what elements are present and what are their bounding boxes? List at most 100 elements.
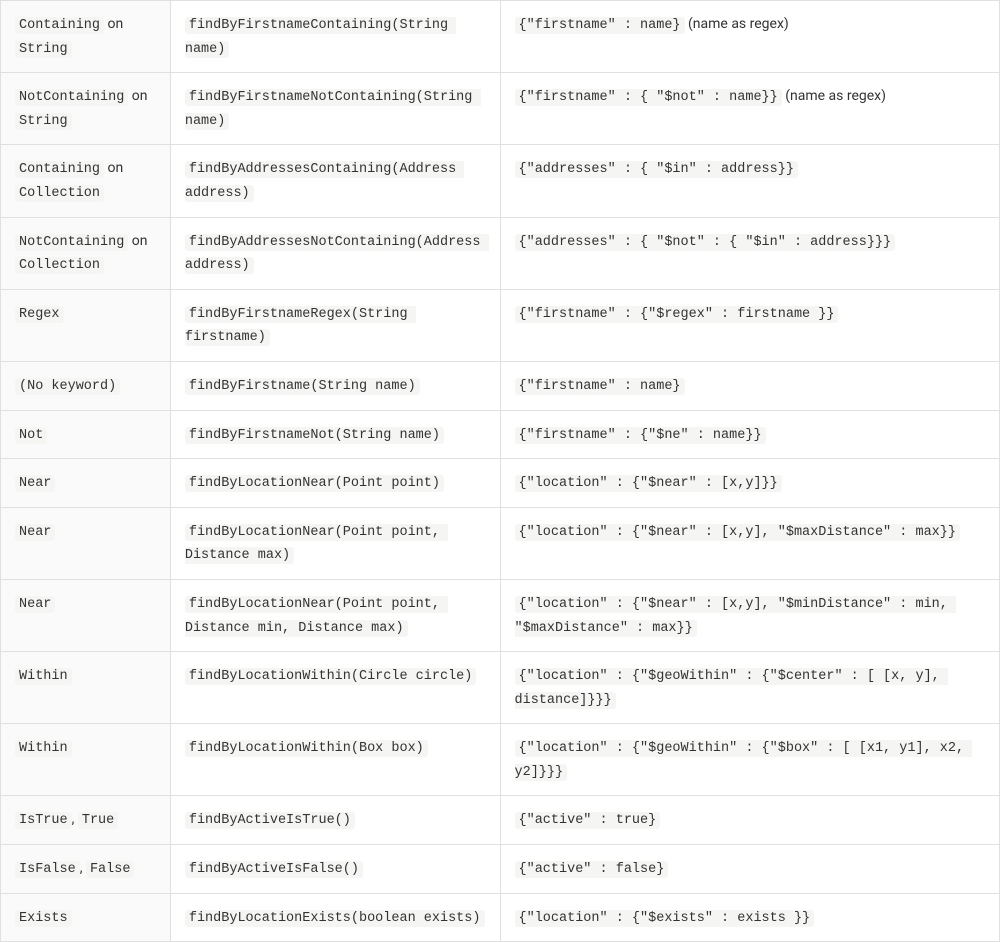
code-literal: {"addresses" : { "$not" : { "$in" : addr… [515, 234, 896, 251]
code-literal: Near [15, 596, 55, 613]
keyword-cell: Within [1, 652, 171, 724]
sample-code: findByLocationNear(Point point) [185, 475, 444, 492]
sample-code: findByAddressesNotContaining(Address add… [185, 234, 489, 275]
table-row: Near findByLocationNear(Point point) {"loc… [1, 459, 1000, 508]
sample-code: findByLocationWithin(Circle circle) [185, 668, 477, 685]
snippet-cell: {"active" : false} [500, 845, 1000, 894]
sample-code: findByFirstname(String name) [185, 378, 420, 395]
sample-cell: findByAddressesContaining(Address addres… [170, 145, 500, 217]
keyword-cell: Near [1, 459, 171, 508]
table-row: Containing on StringfindByFirstnameConta… [1, 1, 1000, 73]
sample-code: findByFirstnameNotContaining(String name… [185, 89, 481, 130]
snippet-cell: {"location" : {"$exists" : exists }} [500, 893, 1000, 942]
snippet-cell: {"firstname" : { "$not" : name}} (name a… [500, 73, 1000, 145]
code-literal: {"firstname" : {"$regex" : firstname }} [515, 306, 839, 323]
keyword-cell: (No keyword) [1, 361, 171, 410]
sample-cell: findByFirstnameNotContaining(String name… [170, 73, 500, 145]
snippet-cell: {"firstname" : {"$regex" : firstname }} [500, 289, 1000, 361]
sample-code: findByFirstnameNot(String name) [185, 427, 444, 444]
code-literal: {"location" : {"$near" : [x,y], "$maxDis… [515, 524, 960, 541]
table-row: NotContaining on Collection findByAddress… [1, 217, 1000, 289]
code-literal: Containing [15, 161, 104, 178]
snippet-cell: {"firstname" : {"$ne" : name}} [500, 410, 1000, 459]
sample-cell: findByLocationWithin(Box box) [170, 724, 500, 796]
sample-code: findByActiveIsFalse() [185, 861, 363, 878]
code-literal: Exists [15, 910, 72, 927]
code-literal: {"location" : {"$exists" : exists }} [515, 910, 815, 927]
keyword-cell: IsFalse, False [1, 845, 171, 894]
sample-cell: findByActiveIsFalse() [170, 845, 500, 894]
keyword-cell: Regex [1, 289, 171, 361]
keyword-cell: NotContaining on String [1, 73, 171, 145]
table-row: Near findByLocationNear(Point point, Dist… [1, 579, 1000, 651]
code-literal: Near [15, 524, 55, 541]
code-literal: Near [15, 475, 55, 492]
snippet-cell: {"location" : {"$geoWithin" : {"$box" : … [500, 724, 1000, 796]
code-literal: String [15, 41, 72, 58]
table-row: Not findByFirstnameNot(String name) {"firs… [1, 410, 1000, 459]
keyword-cell: Near [1, 507, 171, 579]
text-fragment: on [128, 233, 147, 249]
sample-cell: findByFirstnameNot(String name) [170, 410, 500, 459]
text-fragment: (name as regex) [782, 88, 886, 104]
code-literal: IsFalse [15, 861, 80, 878]
snippet-cell: {"firstname" : name} (name as regex) [500, 1, 1000, 73]
snippet-cell: {"active" : true} [500, 796, 1000, 845]
code-literal: {"active" : false} [515, 861, 669, 878]
snippet-cell: {"addresses" : { "$not" : { "$in" : addr… [500, 217, 1000, 289]
code-literal: {"active" : true} [515, 812, 661, 829]
sample-cell: findByLocationNear(Point point) [170, 459, 500, 508]
sample-cell: findByLocationExists(boolean exists) [170, 893, 500, 942]
code-literal: Collection [15, 257, 104, 274]
text-fragment: on [104, 160, 123, 176]
table-row: Near findByLocationNear(Point point, Dist… [1, 507, 1000, 579]
sample-code: findByActiveIsTrue() [185, 812, 355, 829]
sample-code: findByLocationExists(boolean exists) [185, 910, 485, 927]
sample-code: findByLocationWithin(Box box) [185, 740, 428, 757]
table-row: Containing on Collection findByAddressesC… [1, 145, 1000, 217]
keyword-cell: Exists [1, 893, 171, 942]
sample-cell: findByFirstnameRegex(String firstname) [170, 289, 500, 361]
code-literal: {"firstname" : name} [515, 17, 685, 34]
code-literal: (No keyword) [15, 378, 120, 395]
sample-cell: findByLocationWithin(Circle circle) [170, 652, 500, 724]
keyword-reference-table: Containing on StringfindByFirstnameConta… [0, 0, 1000, 942]
sample-cell: findByAddressesNotContaining(Address add… [170, 217, 500, 289]
keyword-cell: Within [1, 724, 171, 796]
code-literal: Collection [15, 185, 104, 202]
keyword-cell: Containing on String [1, 1, 171, 73]
snippet-cell: {"firstname" : name} [500, 361, 1000, 410]
sample-cell: findByLocationNear(Point point, Distance… [170, 579, 500, 651]
code-literal: Regex [15, 306, 64, 323]
table-row: Within findByLocationWithin(Box box) {"loc… [1, 724, 1000, 796]
sample-cell: findByLocationNear(Point point, Distance… [170, 507, 500, 579]
sample-code: findByLocationNear(Point point, Distance… [185, 524, 448, 565]
code-literal: False [86, 861, 135, 878]
text-fragment: on [104, 16, 123, 32]
code-literal: Within [15, 668, 72, 685]
table-row: Within findByLocationWithin(Circle circle… [1, 652, 1000, 724]
code-literal: NotContaining [15, 234, 128, 251]
code-literal: NotContaining [15, 89, 128, 106]
snippet-cell: {"addresses" : { "$in" : address}} [500, 145, 1000, 217]
table-row: (No keyword) findByFirstname(String name)… [1, 361, 1000, 410]
keyword-cell: Near [1, 579, 171, 651]
code-literal: {"location" : {"$geoWithin" : {"$center"… [515, 668, 948, 709]
code-literal: Not [15, 427, 47, 444]
code-literal: Containing [15, 17, 104, 34]
text-fragment: (name as regex) [685, 16, 789, 32]
snippet-cell: {"location" : {"$near" : [x,y], "$maxDis… [500, 507, 1000, 579]
code-literal: {"firstname" : name} [515, 378, 685, 395]
code-literal: {"addresses" : { "$in" : address}} [515, 161, 798, 178]
table-row: NotContaining on String findByFirstnameNo… [1, 73, 1000, 145]
table-row: Exists findByLocationExists(boolean exist… [1, 893, 1000, 942]
sample-code: findByAddressesContaining(Address addres… [185, 161, 464, 202]
snippet-cell: {"location" : {"$near" : [x,y], "$minDis… [500, 579, 1000, 651]
sample-cell: findByFirstname(String name) [170, 361, 500, 410]
code-literal: {"location" : {"$near" : [x,y]}} [515, 475, 782, 492]
code-literal: {"location" : {"$geoWithin" : {"$box" : … [515, 740, 973, 781]
keyword-cell: Not [1, 410, 171, 459]
table-row: Regex findByFirstnameRegex(String firstna… [1, 289, 1000, 361]
sample-cell: findByFirstnameContaining(String name) [170, 1, 500, 73]
code-literal: {"firstname" : {"$ne" : name}} [515, 427, 766, 444]
